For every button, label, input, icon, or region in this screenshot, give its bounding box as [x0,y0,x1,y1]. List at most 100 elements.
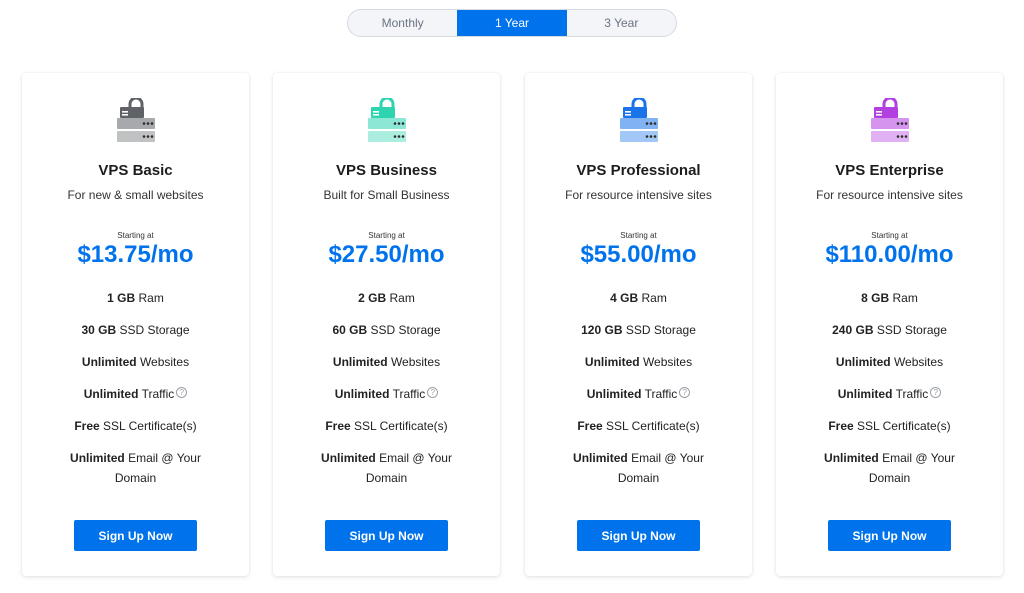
feature-value: Unlimited [81,355,137,369]
feature-label: SSL Certificate(s) [606,419,700,433]
feature-label: Email @ Your Domain [365,451,452,485]
plan-subtitle: For resource intensive sites [565,188,712,202]
help-icon[interactable]: ? [679,387,691,398]
feature-label: SSD Storage [370,323,441,337]
feature-ram: 8 GB Ram [776,290,1003,322]
plan-price: $55.00/mo [580,241,697,268]
feature-value: Unlimited [334,387,390,401]
feature-label: SSD Storage [876,323,947,337]
feature-email: Unlimited Email @ Your Domain [776,448,1003,496]
plan-title: VPS Business [336,162,437,179]
feature-ram: 4 GB Ram [525,290,752,322]
feature-websites: Unlimited Websites [525,354,752,386]
starting-at-label: Starting at [871,231,908,240]
feature-label: Ram [389,291,415,305]
feature-storage: 60 GB SSD Storage [273,322,500,354]
feature-value: Free [325,419,351,433]
help-icon[interactable]: ? [427,387,439,398]
help-icon[interactable]: ? [930,387,942,398]
plan-subtitle: For new & small websites [67,188,204,202]
feature-value: 30 GB [81,323,117,337]
plan-price: $110.00/mo [825,241,954,268]
feature-list: 8 GB Ram 240 GB SSD Storage Unlimited We… [776,290,1003,496]
starting-at-label: Starting at [368,231,405,240]
feature-value: Unlimited [83,387,139,401]
feature-ssl: Free SSL Certificate(s) [273,418,500,450]
feature-value: Unlimited [573,451,628,465]
feature-websites: Unlimited Websites [776,354,1003,386]
feature-label: SSL Certificate(s) [103,419,197,433]
feature-value: Unlimited [332,355,388,369]
feature-ssl: Free SSL Certificate(s) [22,418,249,450]
feature-traffic: Unlimited Traffic? [22,386,249,418]
feature-label: Traffic [895,387,929,401]
feature-label: Email @ Your Domain [868,451,955,485]
toggle-3-year[interactable]: 3 Year [567,10,676,36]
feature-label: SSD Storage [625,323,696,337]
feature-ssl: Free SSL Certificate(s) [776,418,1003,450]
feature-email: Unlimited Email @ Your Domain [525,448,752,496]
feature-value: Free [577,419,603,433]
starting-at-label: Starting at [620,231,657,240]
feature-label: Websites [390,355,441,369]
feature-traffic: Unlimited Traffic? [776,386,1003,418]
feature-value: 120 GB [581,323,623,337]
feature-value: Free [828,419,854,433]
help-icon[interactable]: ? [176,387,188,398]
feature-traffic: Unlimited Traffic? [525,386,752,418]
plan-title: VPS Basic [98,162,173,179]
feature-websites: Unlimited Websites [273,354,500,386]
feature-ram: 2 GB Ram [273,290,500,322]
sign-up-button[interactable]: Sign Up Now [74,520,197,551]
toggle-1-year[interactable]: 1 Year [457,10,567,36]
feature-email: Unlimited Email @ Your Domain [273,448,500,496]
feature-label: Ram [138,291,164,305]
server-lock-icon [617,98,661,144]
server-lock-icon [868,98,912,144]
pricing-card-1: VPS Basic For new & small websites Start… [22,73,249,576]
feature-label: Traffic [392,387,426,401]
feature-value: 2 GB [358,291,387,305]
feature-list: 2 GB Ram 60 GB SSD Storage Unlimited Web… [273,290,500,496]
feature-value: Unlimited [835,355,891,369]
feature-traffic: Unlimited Traffic? [273,386,500,418]
feature-storage: 120 GB SSD Storage [525,322,752,354]
feature-value: 1 GB [107,291,136,305]
feature-label: Traffic [644,387,678,401]
feature-label: Traffic [141,387,175,401]
feature-label: SSL Certificate(s) [354,419,448,433]
feature-value: Unlimited [584,355,640,369]
plan-title: VPS Enterprise [835,162,944,179]
feature-email: Unlimited Email @ Your Domain [22,448,249,496]
sign-up-button[interactable]: Sign Up Now [325,520,448,551]
feature-label: Websites [139,355,190,369]
feature-label: Websites [642,355,693,369]
starting-at-label: Starting at [117,231,154,240]
feature-value: Unlimited [586,387,642,401]
feature-list: 1 GB Ram 30 GB SSD Storage Unlimited Web… [22,290,249,496]
feature-websites: Unlimited Websites [22,354,249,386]
feature-label: Email @ Your Domain [114,451,201,485]
feature-value: Unlimited [321,451,376,465]
sign-up-button[interactable]: Sign Up Now [577,520,700,551]
sign-up-button[interactable]: Sign Up Now [828,520,951,551]
plan-subtitle: Built for Small Business [323,188,450,202]
feature-label: Ram [892,291,918,305]
toggle-monthly[interactable]: Monthly [348,10,457,36]
plan-price: $13.75/mo [77,241,194,268]
feature-value: 240 GB [832,323,874,337]
feature-label: SSL Certificate(s) [857,419,951,433]
server-lock-icon [365,98,409,144]
billing-period-toggle: Monthly 1 Year 3 Year [347,9,677,37]
feature-value: 4 GB [610,291,639,305]
feature-label: SSD Storage [119,323,190,337]
feature-list: 4 GB Ram 120 GB SSD Storage Unlimited We… [525,290,752,496]
feature-storage: 240 GB SSD Storage [776,322,1003,354]
feature-value: Free [74,419,100,433]
feature-label: Websites [893,355,944,369]
feature-storage: 30 GB SSD Storage [22,322,249,354]
pricing-card-3: VPS Professional For resource intensive … [525,73,752,576]
feature-value: Unlimited [70,451,125,465]
feature-label: Email @ Your Domain [617,451,704,485]
plan-title: VPS Professional [576,162,701,179]
